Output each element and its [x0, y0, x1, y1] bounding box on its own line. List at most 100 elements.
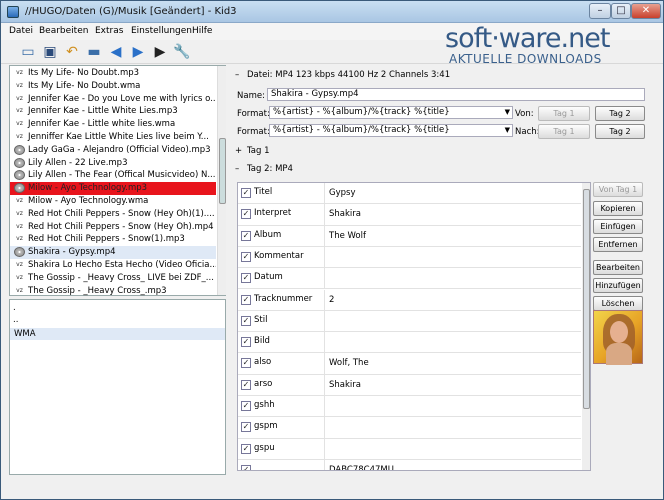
file-row[interactable]: vz Milow - Ayo Technology.wma [10, 195, 216, 208]
collapse-icon[interactable]: – [235, 70, 239, 80]
watermark-logo: soft·ware.net AKTUELLE DOWNLOADS [441, 23, 661, 67]
file-row-selected[interactable]: Milow - Ayo Technology.mp3 [10, 182, 216, 195]
file-row[interactable]: vz Jenniffer Kae Little White Lies live b… [10, 131, 216, 144]
tag-row[interactable]: ✓ Kommentar [238, 246, 581, 269]
menu-hilfe[interactable]: Hilfe [192, 26, 212, 36]
checkbox-checked-icon[interactable]: ✓ [241, 315, 251, 326]
checkbox-checked-icon[interactable]: ✓ [241, 230, 251, 241]
menu-extras[interactable]: Extras [95, 26, 123, 36]
checkbox-checked-icon[interactable]: ✓ [241, 251, 251, 262]
file-row[interactable]: vz The Gossip - _Heavy Cross_ LIVE bei ZD… [10, 272, 216, 285]
tag-row[interactable]: ✓ Tracknummer 2 [238, 289, 581, 311]
paste-button[interactable]: Einfügen [593, 219, 643, 234]
file-row-current[interactable]: Shakira - Gypsy.mp4 [10, 246, 216, 259]
save-icon[interactable]: ▣ [41, 43, 59, 61]
remove-button[interactable]: Entfernen [593, 237, 643, 252]
checkbox-checked-icon[interactable]: ✓ [241, 443, 251, 454]
tag-row[interactable]: ✓ Titel Gypsy [238, 183, 581, 205]
app-window: //HUGO/Daten (G)/Musik [Geändert] - Kid3… [0, 0, 664, 500]
tag-row[interactable]: ✓ gshh [238, 396, 581, 418]
open-folder-icon[interactable]: ▭ [19, 43, 37, 61]
tag-row[interactable]: ✓ Bild [238, 332, 581, 354]
file-row[interactable]: vz Red Hot Chili Peppers - Snow(1).mp3 [10, 233, 216, 246]
to-tag1-button[interactable]: Tag 1 [538, 124, 590, 139]
scrollbar-thumb[interactable] [583, 189, 590, 409]
delete-button[interactable]: Löschen [593, 296, 643, 311]
tag-row[interactable]: ✓ gspu [238, 438, 581, 460]
file-row[interactable]: Lily Allen - 22 Live.mp3 [10, 157, 216, 170]
checkbox-checked-icon[interactable]: ✓ [241, 188, 251, 198]
from-tag1-button[interactable]: Tag 1 [538, 106, 590, 121]
file-row[interactable]: vz The Gossip - _Heavy Cross_.mp3 [10, 285, 216, 298]
format-up-select[interactable]: %{artist} - %{album}/%{track} %{title} ▼ [269, 106, 513, 119]
file-tag-icon: vz [16, 286, 23, 294]
chevron-down-icon: ▼ [504, 108, 510, 116]
checkbox-checked-icon[interactable]: ✓ [241, 337, 251, 348]
file-row[interactable]: Lily Allen - The Fear (Offical Musicvide… [10, 169, 216, 182]
file-info-header: Datei: MP4 123 kbps 44100 Hz 2 Channels … [247, 70, 451, 80]
tag-row[interactable]: ✓ Datum [238, 268, 581, 290]
add-button[interactable]: Hinzufügen [593, 278, 643, 293]
tag-row[interactable]: ✓ Album The Wolf [238, 225, 581, 247]
edit-button[interactable]: Bearbeiten [593, 260, 643, 275]
scrollbar-thumb[interactable] [219, 138, 226, 204]
maximize-button[interactable]: □ [611, 3, 631, 19]
file-row[interactable]: vz Red Hot Chili Peppers - Snow (Hey Oh)(… [10, 208, 216, 221]
menu-datei[interactable]: Datei [9, 26, 33, 36]
checkbox-checked-icon[interactable]: ✓ [241, 209, 251, 220]
tag-row[interactable]: ✓ DABC78C47MU... [238, 459, 581, 470]
checkbox-checked-icon[interactable]: ✓ [241, 422, 251, 433]
file-row[interactable]: vz Jennifer Kae - Little White Lies.mp3 [10, 105, 216, 118]
play-icon[interactable]: ▶ [151, 43, 169, 61]
checkbox-checked-icon[interactable]: ✓ [241, 379, 251, 390]
tag-row[interactable]: ✓ gspm [238, 417, 581, 439]
dir-item-current[interactable]: . [13, 303, 16, 313]
directory-list[interactable]: . .. WMA [9, 299, 226, 475]
checkbox-checked-icon[interactable]: ✓ [241, 464, 251, 470]
next-file-icon[interactable]: ▶ [129, 43, 147, 61]
file-row[interactable]: vz Its My Life- No Doubt.mp3 [10, 67, 216, 80]
tag-row[interactable]: ✓ also Wolf, The [238, 353, 581, 375]
dir-item-parent[interactable]: .. [13, 315, 18, 325]
file-row[interactable]: vz Jennifer Kae - Little white lies.wma [10, 118, 216, 131]
tag-row[interactable]: ✓ Stil [238, 310, 581, 333]
file-row[interactable]: vz Jennifer Kae - Do you Love me with lyr… [10, 93, 216, 106]
expand-tag1-icon[interactable]: + [235, 146, 242, 156]
tag-row[interactable]: ✓ Interpret Shakira [238, 204, 581, 226]
format-down-select[interactable]: %{artist} - %{album}/%{track} %{title} ▼ [269, 124, 513, 137]
select-all-icon[interactable]: ▬ [85, 43, 103, 61]
checkbox-checked-icon[interactable]: ✓ [241, 358, 251, 369]
file-tag-icon: vz [16, 235, 23, 243]
file-row[interactable]: vz Red Hot Chili Peppers - Snow (Hey Oh).… [10, 221, 216, 234]
revert-icon[interactable]: ↶ [63, 43, 81, 61]
dir-item-wma[interactable]: WMA [10, 328, 225, 340]
settings-wrench-icon[interactable]: 🔧 [173, 43, 191, 61]
tag-row[interactable]: ✓ arso Shakira [238, 374, 581, 396]
from-tag2-button[interactable]: Tag 2 [595, 106, 645, 121]
file-list[interactable]: vz Its My Life- No Doubt.mp3 vz Its My Lif… [9, 65, 226, 296]
checkbox-checked-icon[interactable]: ✓ [241, 401, 251, 411]
to-tag2-button[interactable]: Tag 2 [595, 124, 645, 139]
minimize-button[interactable]: – [589, 3, 611, 19]
tag-table-scrollbar[interactable] [582, 183, 590, 470]
filename-input[interactable]: Shakira - Gypsy.mp4 [267, 88, 645, 101]
close-button[interactable]: ✕ [631, 3, 661, 19]
file-row[interactable]: vz Its My Life- No Doubt.wma [10, 80, 216, 93]
disc-icon [14, 183, 25, 194]
menu-einstellungen[interactable]: Einstellungen [131, 26, 192, 36]
collapse-tag2-icon[interactable]: – [235, 164, 239, 174]
tag-table[interactable]: ✓ Titel Gypsy ✓ Interpret Shakira ✓ Album The … [237, 182, 591, 471]
menu-bearbeiten[interactable]: Bearbeiten [39, 26, 88, 36]
copy-button[interactable]: Kopieren [593, 201, 643, 216]
from-label: Von: [515, 109, 534, 119]
file-list-scrollbar[interactable] [217, 66, 226, 295]
file-tag-icon: vz [16, 133, 23, 140]
checkbox-checked-icon[interactable]: ✓ [241, 273, 251, 284]
file-row[interactable]: Lady GaGa - Alejandro (Official Video).m… [10, 144, 216, 157]
from-tag1-copy-button[interactable]: Von Tag 1 [593, 182, 643, 197]
previous-file-icon[interactable]: ◀ [107, 43, 125, 61]
disc-icon [14, 157, 25, 168]
tag1-section-header[interactable]: Tag 1 [247, 146, 270, 156]
checkbox-checked-icon[interactable]: ✓ [241, 294, 251, 305]
file-row[interactable]: vz Shakira Lo Hecho Esta Hecho (Video Ofi… [10, 259, 216, 272]
